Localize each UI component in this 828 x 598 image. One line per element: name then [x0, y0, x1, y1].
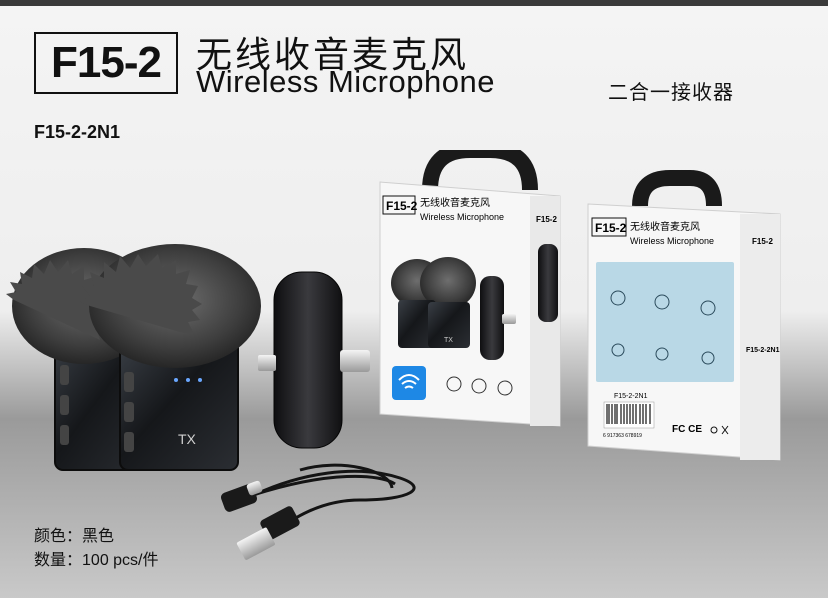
wireless-logo — [392, 366, 426, 400]
spec-quantity-value: 100 pcs/件 — [82, 552, 159, 569]
barcode-digits: 6 917363 678919 — [603, 433, 642, 439]
model-code: F15-2-2N1 — [34, 122, 121, 142]
front-title-en: Wireless Microphone — [420, 212, 504, 222]
package-front: F15-2 无线收音麦克风 Wireless Microphone F15-2 … — [379, 150, 561, 427]
product-photo: TX F15-2 无线收音麦克风 Wireless Microphone F15… — [6, 150, 781, 560]
spec-color: 颜色：黑色 — [34, 522, 114, 546]
back-side-badge: F15-2 — [752, 237, 773, 246]
spec-color-label: 颜色： — [34, 528, 83, 545]
back-title-cn: 无线收音麦克风 — [630, 220, 700, 233]
back-title-en: Wireless Microphone — [630, 236, 714, 246]
certification-marks: FC CE — [672, 424, 702, 435]
title-english: Wireless Microphone — [196, 64, 495, 99]
model-badge: F15-2 — [34, 32, 178, 94]
barcode-code: F15-2-2N1 — [614, 393, 648, 400]
spec-quantity-label: 数量： — [34, 552, 83, 569]
receiver-dongle — [258, 271, 370, 449]
spec-quantity: 数量：100 pcs/件 — [34, 546, 159, 570]
top-border — [0, 0, 828, 6]
package-back: F15-2 无线收音麦克风 Wireless Microphone F15-2 … — [587, 170, 781, 461]
subtitle-receiver: 二合一接收器 — [608, 82, 734, 104]
front-side-badge: F15-2 — [536, 215, 557, 224]
back-badge: F15-2 — [595, 221, 627, 235]
usb-c-plug — [221, 480, 263, 512]
tx-label: TX — [178, 431, 197, 447]
feature-panel — [596, 262, 734, 382]
model-badge-text: F15-2 — [51, 38, 162, 87]
back-side-code: F15-2-2N1 — [746, 347, 780, 354]
front-small-tx: TX — [444, 337, 453, 344]
front-badge: F15-2 — [386, 199, 418, 213]
usb-a-plug — [236, 506, 300, 560]
spec-color-value: 黑色 — [82, 528, 115, 545]
front-title-cn: 无线收音麦克风 — [420, 196, 490, 209]
